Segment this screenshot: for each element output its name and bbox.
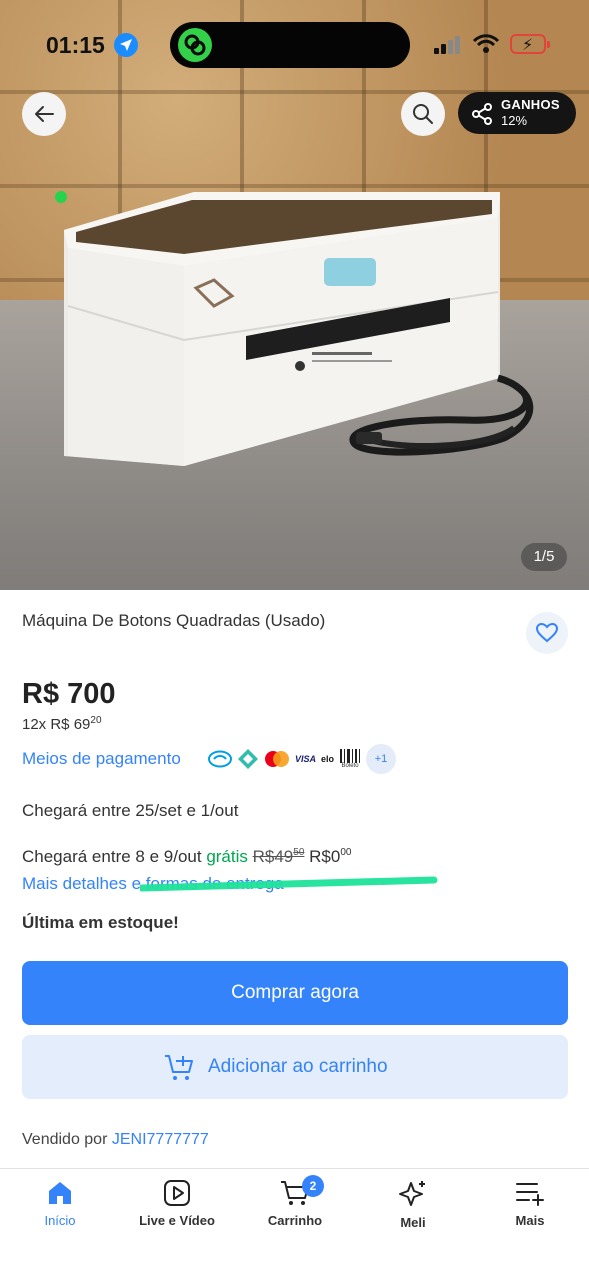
- product-title: Máquina De Botons Quadradas (Usado): [22, 611, 326, 630]
- payment-methods-icons[interactable]: VISA elo Boleto +1: [208, 744, 397, 774]
- free-shipping-label: grátis: [206, 847, 248, 866]
- nav-label-meli: Meli: [400, 1215, 426, 1230]
- product-price: R$ 700: [22, 678, 116, 710]
- cart-count-badge: 2: [302, 1175, 324, 1197]
- nav-item-meli[interactable]: Meli: [354, 1179, 472, 1249]
- nav-label-live-video: Live e Vídeo: [139, 1213, 215, 1228]
- pix-icon: [237, 747, 259, 771]
- shipping-option-free: Chegará entre 8 e 9/out grátis R$4950 R$…: [22, 847, 351, 867]
- seller-link[interactable]: JENI7777777: [112, 1131, 209, 1148]
- bottom-navigation: Início Live e Vídeo 2 Carrinho Meli Mais: [0, 1168, 589, 1280]
- shipping-new-price: R$000: [309, 847, 351, 866]
- nav-label-cart: Carrinho: [267, 1213, 323, 1228]
- installments: 12x R$ 6920: [22, 715, 102, 733]
- seller-prefix: Vendido por: [22, 1131, 108, 1148]
- add-to-cart-button[interactable]: Adicionar ao carrinho: [22, 1035, 568, 1099]
- status-time: 01:15: [46, 32, 105, 58]
- elo-icon: elo: [321, 754, 335, 764]
- search-icon: [413, 104, 433, 124]
- home-icon: [49, 1182, 71, 1204]
- highlighter-annotation: [140, 876, 438, 892]
- earnings-label: GANHOS: [501, 97, 560, 112]
- nav-item-live-video[interactable]: Live e Vídeo: [118, 1179, 236, 1249]
- link-icon: [178, 28, 212, 62]
- play-icon: [164, 1180, 190, 1206]
- heart-icon: [536, 623, 558, 643]
- wifi-icon: [472, 34, 500, 53]
- dynamic-island: [170, 22, 410, 68]
- boleto-label: Boleto: [341, 763, 359, 769]
- back-button[interactable]: [22, 92, 66, 136]
- nav-item-home[interactable]: Início: [1, 1179, 119, 1249]
- shipping-option-standard: Chegará entre 25/set e 1/out: [22, 801, 239, 820]
- cart-add-icon: [165, 1055, 193, 1080]
- visa-icon: VISA: [295, 754, 317, 764]
- nav-item-cart[interactable]: 2 Carrinho: [236, 1175, 354, 1249]
- mastercard-icon: [264, 747, 290, 771]
- camera-indicator-dot: [55, 191, 67, 203]
- share-earnings-button[interactable]: GANHOS 12%: [458, 92, 576, 134]
- arrow-left-icon: [35, 106, 54, 122]
- mercado-pago-icon: [208, 747, 232, 771]
- nav-label-home: Início: [44, 1213, 76, 1228]
- gallery-counter: 1/5: [521, 543, 567, 571]
- location-arrow-icon: [114, 33, 138, 57]
- status-bar: 01:15 ⚡: [0, 22, 589, 68]
- product-image-gallery[interactable]: 01:15 ⚡ GANHOS 12% 1/5: [0, 0, 589, 590]
- earnings-value: 12%: [501, 113, 528, 128]
- add-to-cart-label: Adicionar ao carrinho: [208, 1056, 388, 1077]
- nav-item-more[interactable]: Mais: [471, 1179, 589, 1249]
- search-button[interactable]: [401, 92, 445, 136]
- share-icon: [472, 103, 492, 125]
- signal-icon: [434, 36, 460, 54]
- nav-label-more: Mais: [515, 1213, 545, 1228]
- stock-status: Última em estoque!: [22, 913, 179, 932]
- favorite-button[interactable]: [526, 612, 568, 654]
- seller-info: Vendido por JENI7777777: [22, 1131, 209, 1149]
- boleto-icon: Boleto: [339, 747, 361, 771]
- payment-methods-link[interactable]: Meios de pagamento: [22, 749, 181, 769]
- buy-now-button[interactable]: Comprar agora: [22, 961, 568, 1025]
- shipping-old-price-value: R$49: [252, 847, 294, 866]
- shipping-new-price-value: R$0: [309, 847, 341, 866]
- product-photo: [64, 192, 534, 466]
- shipping-old-price: R$4950: [253, 847, 305, 866]
- menu-plus-icon: [516, 1183, 544, 1206]
- sparkle-icon: [399, 1181, 425, 1206]
- battery-icon: ⚡: [510, 34, 550, 54]
- shipping-old-price-cents: 50: [293, 847, 305, 858]
- installments-amount: 12x R$ 69: [22, 716, 91, 733]
- shipping-free-dates: Chegará entre 8 e 9/out: [22, 847, 202, 866]
- more-payment-methods-badge[interactable]: +1: [366, 744, 397, 774]
- shipping-new-price-cents: 00: [340, 847, 352, 858]
- installments-cents: 20: [90, 715, 102, 726]
